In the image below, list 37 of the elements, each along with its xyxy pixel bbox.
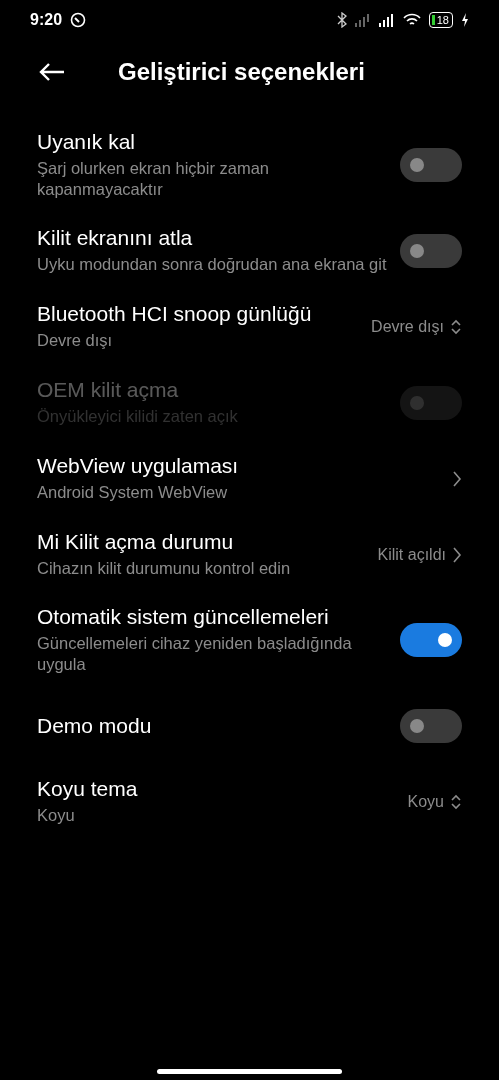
chevron-right-icon [452,469,462,488]
charging-icon [461,13,469,27]
setting-description: Güncellemeleri cihaz yeniden başladığında uygula [37,632,353,676]
up-down-icon [450,317,462,336]
status-time: 9:20 [30,11,63,29]
setting-title: OEM kilit açma [37,378,180,403]
toggle-switch[interactable] [400,623,462,658]
setting-title: Mi Kilit açma durumu [37,530,235,555]
setting-title: Otomatik sistem güncellemeleri [37,604,330,629]
setting-title: Demo modu [37,713,153,738]
toggle-switch[interactable] [400,233,462,268]
value-text: Kilit açıldı [377,545,446,564]
up-down-icon [450,792,462,811]
back-button[interactable] [38,62,66,82]
page-title: Geliştirici seçenekleri [118,58,365,86]
setting-description: Şarj olurken ekran hiçbir zaman kapanmayacaktır [37,158,271,201]
setting-title: Bluetooth HCI snoop günlüğü [37,302,313,327]
toggle-switch[interactable] [400,148,462,183]
setting-description: Uyku modundan sonra doğrudan ana ekrana git [37,254,388,276]
setting-title: Uyanık kal [37,130,137,154]
signal-icon [354,13,371,27]
setting-description: Cihazın kilit durumunu kontrol edin [37,558,292,580]
setting-title: WebView uygulaması [37,454,240,479]
setting-description: Koyu [37,805,76,827]
wifi-icon [402,13,421,27]
toggle-switch[interactable] [400,708,462,743]
speedometer-icon [70,12,87,28]
value-text: Koyu [407,792,444,811]
setting-description: Devre dışı [37,330,114,352]
bluetooth-icon [336,12,347,28]
setting-title: Kilit ekranını atla [37,226,194,251]
value-text: Devre dışı [371,317,444,336]
signal-icon [378,13,395,27]
battery-icon: 18 [428,12,453,28]
setting-description: Android System WebView [37,482,229,504]
chevron-right-icon [452,545,462,564]
setting-title: Koyu tema [37,777,139,802]
